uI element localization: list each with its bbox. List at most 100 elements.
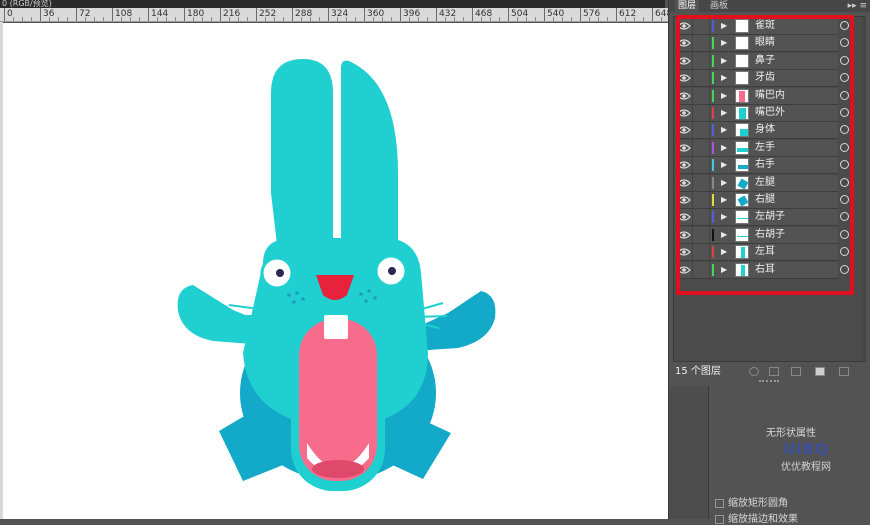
- expand-arrow-icon[interactable]: ▶: [721, 55, 727, 67]
- eye-visibility-icon[interactable]: [677, 265, 691, 275]
- layer-name[interactable]: 左腿: [755, 175, 775, 191]
- eye-visibility-icon[interactable]: [677, 91, 691, 101]
- layers-scrollbar[interactable]: [862, 17, 866, 361]
- lock-toggle[interactable]: [692, 70, 710, 87]
- expand-arrow-icon[interactable]: ▶: [721, 107, 727, 119]
- layer-row[interactable]: ▶ 嘴巴内: [675, 87, 849, 105]
- expand-arrow-icon[interactable]: ▶: [721, 72, 727, 84]
- scale-corners-option[interactable]: 缩放矩形圆角: [715, 494, 788, 509]
- layer-name[interactable]: 雀斑: [755, 18, 775, 34]
- layer-name[interactable]: 嘴巴内: [755, 88, 785, 104]
- horizontal-ruler[interactable]: 0 36 72 108 144 180 216 252 288 324 360 396 432 468 50…: [0, 8, 668, 22]
- layer-row[interactable]: ▶ 右手: [675, 157, 849, 175]
- target-circle-icon[interactable]: [840, 125, 849, 135]
- layer-row[interactable]: ▶ 左腿: [675, 174, 849, 192]
- eye-visibility-icon[interactable]: [677, 108, 691, 118]
- delete-layer-icon[interactable]: [839, 367, 849, 376]
- new-sublayer-icon[interactable]: [791, 367, 801, 376]
- expand-arrow-icon[interactable]: ▶: [721, 264, 727, 276]
- layer-name[interactable]: 身体: [755, 122, 775, 138]
- locate-object-icon[interactable]: [749, 367, 759, 376]
- layer-row[interactable]: ▶ 右胡子: [675, 226, 849, 244]
- layer-row[interactable]: ▶ 嘴巴外: [675, 105, 849, 122]
- expand-arrow-icon[interactable]: ▶: [721, 246, 727, 258]
- layer-name[interactable]: 嘴巴外: [755, 105, 785, 121]
- expand-arrow-icon[interactable]: ▶: [721, 194, 727, 206]
- lock-toggle[interactable]: [692, 226, 710, 243]
- scale-corners-checkbox[interactable]: [715, 498, 724, 508]
- layer-row[interactable]: ▶ 眼睛: [675, 35, 849, 53]
- target-circle-icon[interactable]: [840, 247, 849, 257]
- layer-row[interactable]: ▶ 鼻子: [675, 52, 849, 70]
- eye-visibility-icon[interactable]: [677, 73, 691, 83]
- lock-toggle[interactable]: [692, 52, 710, 69]
- expand-arrow-icon[interactable]: ▶: [721, 177, 727, 189]
- layer-row[interactable]: ▶ 右腿: [675, 192, 849, 209]
- layer-name[interactable]: 右手: [755, 157, 775, 173]
- eye-visibility-icon[interactable]: [677, 38, 691, 48]
- layer-name[interactable]: 右耳: [755, 262, 775, 278]
- lock-toggle[interactable]: [692, 261, 710, 278]
- target-circle-icon[interactable]: [840, 55, 849, 65]
- target-circle-icon[interactable]: [840, 212, 849, 222]
- tab-layers[interactable]: 图层: [675, 0, 700, 12]
- scale-strokes-option[interactable]: 缩放描边和效果: [715, 510, 798, 525]
- layer-row[interactable]: ▶ 雀斑: [675, 18, 849, 35]
- eye-visibility-icon[interactable]: [677, 230, 691, 240]
- target-circle-icon[interactable]: [840, 160, 849, 170]
- scale-strokes-checkbox[interactable]: [715, 514, 724, 524]
- expand-arrow-icon[interactable]: ▶: [721, 159, 727, 171]
- panel-menu-icon[interactable]: ▸▸ ≡: [848, 0, 867, 12]
- expand-arrow-icon[interactable]: ▶: [721, 229, 727, 241]
- layer-name[interactable]: 眼睛: [755, 35, 775, 51]
- eye-visibility-icon[interactable]: [677, 21, 691, 31]
- target-circle-icon[interactable]: [840, 73, 849, 83]
- eye-visibility-icon[interactable]: [677, 178, 691, 188]
- expand-arrow-icon[interactable]: ▶: [721, 37, 727, 49]
- target-circle-icon[interactable]: [840, 177, 849, 187]
- lock-toggle[interactable]: [692, 122, 710, 139]
- target-circle-icon[interactable]: [840, 90, 849, 100]
- layers-list[interactable]: ▶ 雀斑 ▶ 眼睛 ▶ 鼻子 ▶ 牙齿 ▶ 嘴巴内 ▶ 嘴巴外 ▶ 身体 ▶ 左手 ▶ 右手 ▶ 左腿 ▶ 右腿 ▶ 左胡子 ▶…: [673, 16, 866, 362]
- target-circle-icon[interactable]: [840, 142, 849, 152]
- layer-name[interactable]: 左胡子: [755, 209, 785, 225]
- eye-visibility-icon[interactable]: [677, 125, 691, 135]
- layer-row[interactable]: ▶ 右耳: [675, 261, 849, 279]
- target-circle-icon[interactable]: [840, 195, 849, 204]
- layer-name[interactable]: 右腿: [755, 192, 775, 208]
- layer-name[interactable]: 鼻子: [755, 53, 775, 69]
- layer-name[interactable]: 右胡子: [755, 227, 785, 243]
- tab-artboards[interactable]: 画板: [707, 0, 731, 12]
- expand-arrow-icon[interactable]: ▶: [721, 142, 727, 154]
- layer-row[interactable]: ▶ 左耳: [675, 244, 849, 262]
- lock-toggle[interactable]: [692, 18, 710, 34]
- layer-name[interactable]: 左手: [755, 140, 775, 156]
- layer-name[interactable]: 牙齿: [755, 70, 775, 86]
- target-circle-icon[interactable]: [840, 264, 849, 274]
- expand-arrow-icon[interactable]: ▶: [721, 20, 727, 32]
- lock-toggle[interactable]: [692, 139, 710, 156]
- panel-resize-grip[interactable]: [759, 380, 779, 384]
- artboard-canvas[interactable]: [3, 23, 668, 519]
- lock-toggle[interactable]: [692, 209, 710, 226]
- target-circle-icon[interactable]: [840, 108, 849, 117]
- layer-row[interactable]: ▶ 身体: [675, 122, 849, 140]
- lock-toggle[interactable]: [692, 35, 710, 52]
- lock-toggle[interactable]: [692, 174, 710, 191]
- target-circle-icon[interactable]: [840, 229, 849, 239]
- layer-name[interactable]: 左耳: [755, 244, 775, 260]
- target-circle-icon[interactable]: [840, 38, 849, 48]
- layer-row[interactable]: ▶ 牙齿: [675, 70, 849, 88]
- expand-arrow-icon[interactable]: ▶: [721, 124, 727, 136]
- make-clipping-mask-icon[interactable]: [769, 367, 779, 376]
- expand-arrow-icon[interactable]: ▶: [721, 211, 727, 223]
- eye-visibility-icon[interactable]: [677, 143, 691, 153]
- eye-visibility-icon[interactable]: [677, 212, 691, 222]
- lock-toggle[interactable]: [692, 192, 710, 208]
- lock-toggle[interactable]: [692, 105, 710, 121]
- new-layer-icon[interactable]: [815, 367, 825, 376]
- target-circle-icon[interactable]: [840, 21, 849, 30]
- expand-arrow-icon[interactable]: ▶: [721, 90, 727, 102]
- lock-toggle[interactable]: [692, 157, 710, 174]
- eye-visibility-icon[interactable]: [677, 247, 691, 257]
